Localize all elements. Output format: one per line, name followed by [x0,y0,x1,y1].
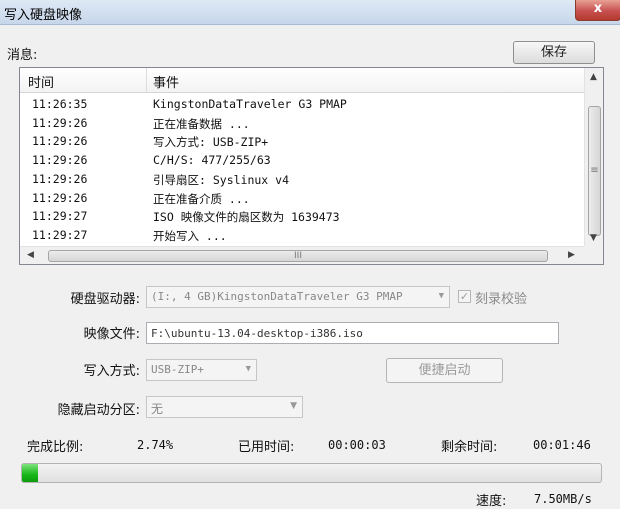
log-event: ISO 映像文件的扇区数为 1639473 [153,210,340,225]
progress-bar [21,463,602,483]
write-mode-label: 写入方式: [83,364,140,379]
log-row[interactable]: 11:29:26 正在准备介质 ... [20,191,584,207]
percent-value: 2.74% [137,438,174,452]
elapsed-value: 00:00:03 [328,438,386,452]
drive-value: (I:, 4 GB)KingstonDataTraveler G3 PMAP [151,290,403,303]
column-header-time[interactable]: 时间 [28,72,54,91]
hidden-partition-select[interactable]: 无 ▼ [146,396,303,418]
image-file-field[interactable]: F:\ubuntu-13.04-desktop-i386.iso [146,322,559,344]
log-time: 11:29:26 [32,134,88,149]
hidden-partition-label: 隐藏启动分区: [57,403,140,418]
log-row[interactable]: 11:29:26 写入方式: USB-ZIP+ [20,134,584,150]
log-event: KingstonDataTraveler G3 PMAP [153,97,347,111]
drive-select[interactable]: (I:, 4 GB)KingstonDataTraveler G3 PMAP ▼ [146,286,450,308]
grip-icon: III [294,251,302,261]
log-time: 11:29:27 [32,209,88,224]
log-row[interactable]: 11:29:26 引导扇区: Syslinux v4 [20,172,584,188]
close-icon: x [593,1,603,16]
column-divider[interactable] [146,68,147,92]
log-time: 11:29:27 [32,227,88,242]
log-event: 正在准备数据 ... [153,116,250,131]
write-mode-select[interactable]: USB-ZIP+ ▼ [146,359,257,381]
scroll-up-icon[interactable]: ▲ [590,72,597,82]
remaining-value: 00:01:46 [533,438,591,452]
chevron-down-icon: ▼ [290,401,297,411]
log-row[interactable]: 11:29:26 C/H/S: 477/255/63 [20,153,584,169]
image-file-label: 映像文件: [83,327,140,342]
log-header: 时间 事件 [20,68,584,93]
progress-fill [22,464,38,482]
log-time: 11:26:35 [32,97,88,111]
log-time: 11:29:26 [32,171,88,186]
column-header-event[interactable]: 事件 [153,72,179,91]
elapsed-label: 已用时间: [238,440,295,455]
log-event: C/H/S: 477/255/63 [153,153,271,168]
vertical-scroll-thumb[interactable]: ≡ [588,106,601,236]
scroll-right-icon[interactable]: ▶ [568,250,575,260]
log-time: 11:29:26 [32,190,88,205]
save-button[interactable]: 保存 [513,41,595,64]
messages-label: 消息: [7,48,38,63]
window-title: 写入硬盘映像 [4,8,83,23]
title-bar: 写入硬盘映像 x [0,0,620,25]
speed-label: 速度: [476,494,507,509]
chevron-down-icon: ▼ [438,291,444,301]
message-log[interactable]: 时间 事件 11:26:35 KingstonDataTraveler G3 PM… [19,67,604,265]
log-event: 正在准备介质 ... [153,191,250,206]
log-row[interactable]: 11:29:27 开始写入 ... [20,228,584,244]
log-event: 开始写入 ... [153,228,227,243]
scroll-corner [584,246,603,264]
percent-label: 完成比例: [27,440,84,455]
log-event: 引导扇区: Syslinux v4 [153,172,290,187]
log-row[interactable]: 11:29:27 ISO 映像文件的扇区数为 1639473 [20,209,584,225]
drive-label: 硬盘驱动器: [70,292,140,307]
write-mode-value: USB-ZIP+ [151,363,204,376]
log-time: 11:29:26 [32,115,88,130]
verify-label: 刻录校验 [475,292,528,307]
scroll-left-icon[interactable]: ◀ [27,250,34,260]
grip-icon: ≡ [590,165,599,176]
log-row[interactable]: 11:26:35 KingstonDataTraveler G3 PMAP [20,97,584,113]
log-event: 写入方式: USB-ZIP+ [153,135,269,150]
hidden-partition-value: 无 [151,402,164,416]
scroll-down-icon[interactable]: ▼ [590,233,597,243]
horizontal-scroll-thumb[interactable]: III [48,250,548,262]
verify-checkbox[interactable]: ✓ [458,290,471,303]
close-button[interactable]: x [575,0,620,21]
remaining-label: 剩余时间: [441,440,498,455]
quick-boot-button[interactable]: 便捷启动 [386,358,503,383]
checkmark-icon: ✓ [459,290,470,303]
image-file-value: F:\ubuntu-13.04-desktop-i386.iso [151,327,363,340]
log-row[interactable]: 11:29:26 正在准备数据 ... [20,116,584,132]
speed-value: 7.50MB/s [534,492,592,506]
horizontal-scrollbar[interactable]: ◀ III ▶ [20,246,584,264]
log-time: 11:29:26 [32,153,88,168]
vertical-scrollbar[interactable]: ▲ ≡ ▼ [584,68,603,246]
chevron-down-icon: ▼ [245,364,251,374]
